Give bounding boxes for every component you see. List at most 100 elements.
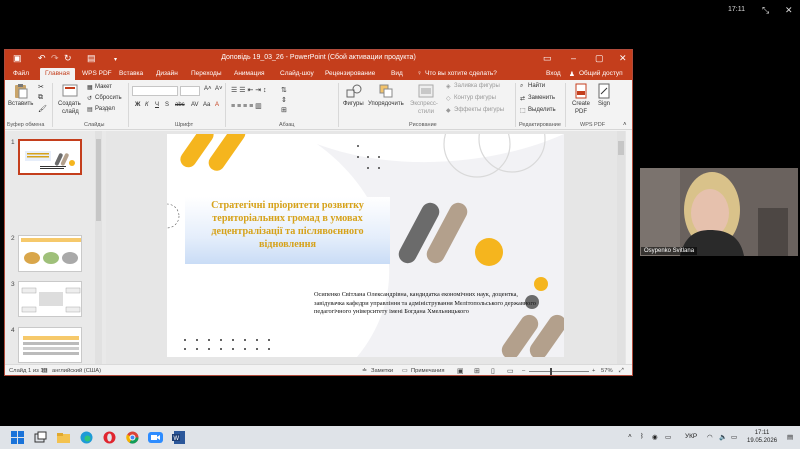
format-painter-icon[interactable]: 🖌 bbox=[38, 105, 47, 113]
bold-icon[interactable]: Ж bbox=[135, 102, 140, 108]
input-language[interactable]: УКР bbox=[685, 433, 697, 440]
font-color-icon[interactable]: A bbox=[215, 102, 219, 108]
quick-styles-icon[interactable] bbox=[418, 83, 434, 99]
select-button[interactable]: Выделить bbox=[528, 107, 556, 113]
exit-fullscreen-icon[interactable]: ⤡ bbox=[762, 5, 769, 15]
fit-slide-icon[interactable]: ⤢ bbox=[619, 368, 624, 375]
zoom-app-icon[interactable] bbox=[148, 431, 163, 444]
close-icon[interactable]: ✕ bbox=[785, 5, 793, 15]
shape-fill-button[interactable]: Заливка фигуры bbox=[454, 83, 500, 89]
taskbar-clock[interactable]: 17:11 19.05.2026 bbox=[747, 429, 777, 445]
tab-file[interactable]: Файл bbox=[13, 70, 29, 77]
thumbnails-scrollbar[interactable] bbox=[95, 131, 102, 364]
new-slide-button[interactable]: Создать bbox=[58, 101, 81, 107]
align-text-icon[interactable]: ⇕ bbox=[281, 96, 287, 104]
language-indicator[interactable]: английский (США) bbox=[52, 368, 101, 374]
cut-icon[interactable]: ✂ bbox=[38, 83, 44, 91]
edge-browser-icon[interactable] bbox=[80, 431, 93, 444]
sign-in-link[interactable]: Вход bbox=[546, 70, 561, 77]
share-button[interactable]: Общий доступ bbox=[579, 70, 623, 77]
shapes-button[interactable]: Фигуры bbox=[343, 101, 364, 107]
window-close-icon[interactable]: ✕ bbox=[619, 53, 627, 63]
slide-sorter-icon[interactable]: ⊞ bbox=[474, 367, 480, 375]
font-name-input[interactable] bbox=[132, 86, 178, 96]
tab-view[interactable]: Вид bbox=[391, 70, 403, 77]
wifi-icon[interactable]: ◠ bbox=[707, 433, 713, 441]
bullets-icon[interactable]: ☰ ☰ ⇤ ⇥ ↕ bbox=[231, 86, 267, 94]
zoom-slider[interactable] bbox=[529, 368, 589, 375]
slide-author-text[interactable]: Осипенко Світлана Олександрівна, кандида… bbox=[314, 291, 546, 317]
replace-button[interactable]: Заменить bbox=[528, 95, 555, 101]
paste-button[interactable]: Вставить bbox=[8, 101, 33, 107]
align-icons[interactable]: ≡ ≡ ≡ ≡ ▥ bbox=[231, 102, 262, 110]
ribbon-display-icon[interactable]: ▭ bbox=[543, 53, 552, 63]
shapes-icon[interactable] bbox=[346, 83, 362, 99]
collapse-ribbon-icon[interactable]: ˄ bbox=[623, 122, 627, 128]
tab-design[interactable]: Дизайн bbox=[156, 70, 178, 77]
current-slide[interactable]: Стратегічні пріоритети розвитку територі… bbox=[167, 134, 564, 357]
notes-button[interactable]: Заметки bbox=[371, 368, 393, 374]
zoom-slider-thumb[interactable] bbox=[550, 368, 552, 375]
sign-icon[interactable] bbox=[596, 83, 612, 99]
text-direction-icon[interactable]: ⇅ bbox=[281, 86, 287, 94]
italic-icon[interactable]: К bbox=[145, 102, 149, 108]
tab-slideshow[interactable]: Слайд-шоу bbox=[280, 70, 314, 77]
shape-effects-button[interactable]: Эффекты фигуры bbox=[454, 107, 504, 113]
font-size-input[interactable] bbox=[180, 86, 200, 96]
editor-scrollbar[interactable] bbox=[617, 131, 625, 364]
paste-icon[interactable] bbox=[13, 83, 29, 99]
sign-button[interactable]: Sign bbox=[598, 101, 610, 107]
zoom-in-icon[interactable]: + bbox=[592, 368, 595, 374]
section-button[interactable]: Раздел bbox=[95, 106, 115, 112]
scrollbar-thumb[interactable] bbox=[96, 139, 101, 221]
chrome-browser-icon[interactable] bbox=[126, 431, 139, 444]
comments-button[interactable]: Примечания bbox=[411, 368, 444, 374]
thumbnail-slide-1[interactable] bbox=[18, 139, 82, 175]
tray-expand-icon[interactable]: ˄ bbox=[628, 433, 632, 440]
create-pdf-icon[interactable] bbox=[573, 83, 589, 99]
find-button[interactable]: Найти bbox=[528, 83, 545, 89]
arrange-icon[interactable] bbox=[378, 83, 394, 99]
strikethrough-icon[interactable]: abc bbox=[175, 102, 185, 108]
underline-icon[interactable]: Ч bbox=[155, 102, 159, 108]
word-app-icon[interactable]: W bbox=[172, 431, 185, 444]
normal-view-icon[interactable]: ▣ bbox=[457, 367, 464, 375]
slideshow-view-icon[interactable]: ▭ bbox=[507, 367, 514, 375]
notifications-icon[interactable]: ▤ bbox=[787, 433, 793, 441]
create-pdf-button[interactable]: Create bbox=[572, 101, 590, 107]
zoom-level[interactable]: 57% bbox=[601, 368, 613, 374]
tell-me-search[interactable]: Что вы хотите сделать? bbox=[425, 70, 497, 77]
display-tray-icon[interactable]: ▭ bbox=[665, 433, 671, 441]
tab-home[interactable]: Главная bbox=[40, 68, 75, 80]
shape-outline-button[interactable]: Контур фигуры bbox=[454, 95, 496, 101]
windows-start-icon[interactable] bbox=[11, 431, 24, 444]
scrollbar-thumb[interactable] bbox=[618, 141, 624, 155]
file-explorer-icon[interactable] bbox=[57, 431, 70, 444]
task-view-icon[interactable] bbox=[34, 431, 47, 444]
zoom-out-icon[interactable]: – bbox=[522, 368, 525, 374]
bluetooth-icon[interactable]: ᛒ bbox=[640, 433, 644, 440]
tab-animations[interactable]: Анимация bbox=[234, 70, 265, 77]
smartart-icon[interactable]: ⊞ bbox=[281, 106, 287, 114]
maximize-icon[interactable]: ▢ bbox=[595, 53, 604, 63]
volume-icon[interactable]: 🔈 bbox=[719, 433, 727, 441]
change-case-icon[interactable]: Aa bbox=[203, 102, 210, 108]
grow-font-icon[interactable]: A˄ bbox=[204, 86, 212, 92]
quick-styles-button[interactable]: Экспресс- bbox=[410, 101, 438, 107]
participant-video[interactable]: Osypenko Svitlana bbox=[640, 168, 798, 256]
new-slide-icon[interactable] bbox=[62, 83, 78, 99]
minimize-icon[interactable]: – bbox=[571, 53, 576, 63]
thumbnail-slide-3[interactable] bbox=[18, 281, 82, 317]
reset-button[interactable]: Сбросить bbox=[95, 95, 122, 101]
tab-transitions[interactable]: Переходы bbox=[191, 70, 222, 77]
shrink-font-icon[interactable]: A˅ bbox=[215, 86, 223, 92]
spellcheck-icon[interactable]: ▤ bbox=[42, 368, 47, 374]
tab-insert[interactable]: Вставка bbox=[119, 70, 143, 77]
thumbnail-slide-2[interactable] bbox=[18, 235, 82, 272]
spacing-icon[interactable]: AV bbox=[191, 102, 199, 108]
reading-view-icon[interactable]: ▯ bbox=[491, 367, 495, 375]
shadow-icon[interactable]: S bbox=[165, 102, 169, 108]
layout-button[interactable]: Макет bbox=[95, 84, 112, 90]
battery-icon[interactable]: ▭ bbox=[731, 433, 737, 441]
tab-wps-pdf[interactable]: WPS PDF bbox=[82, 70, 112, 77]
